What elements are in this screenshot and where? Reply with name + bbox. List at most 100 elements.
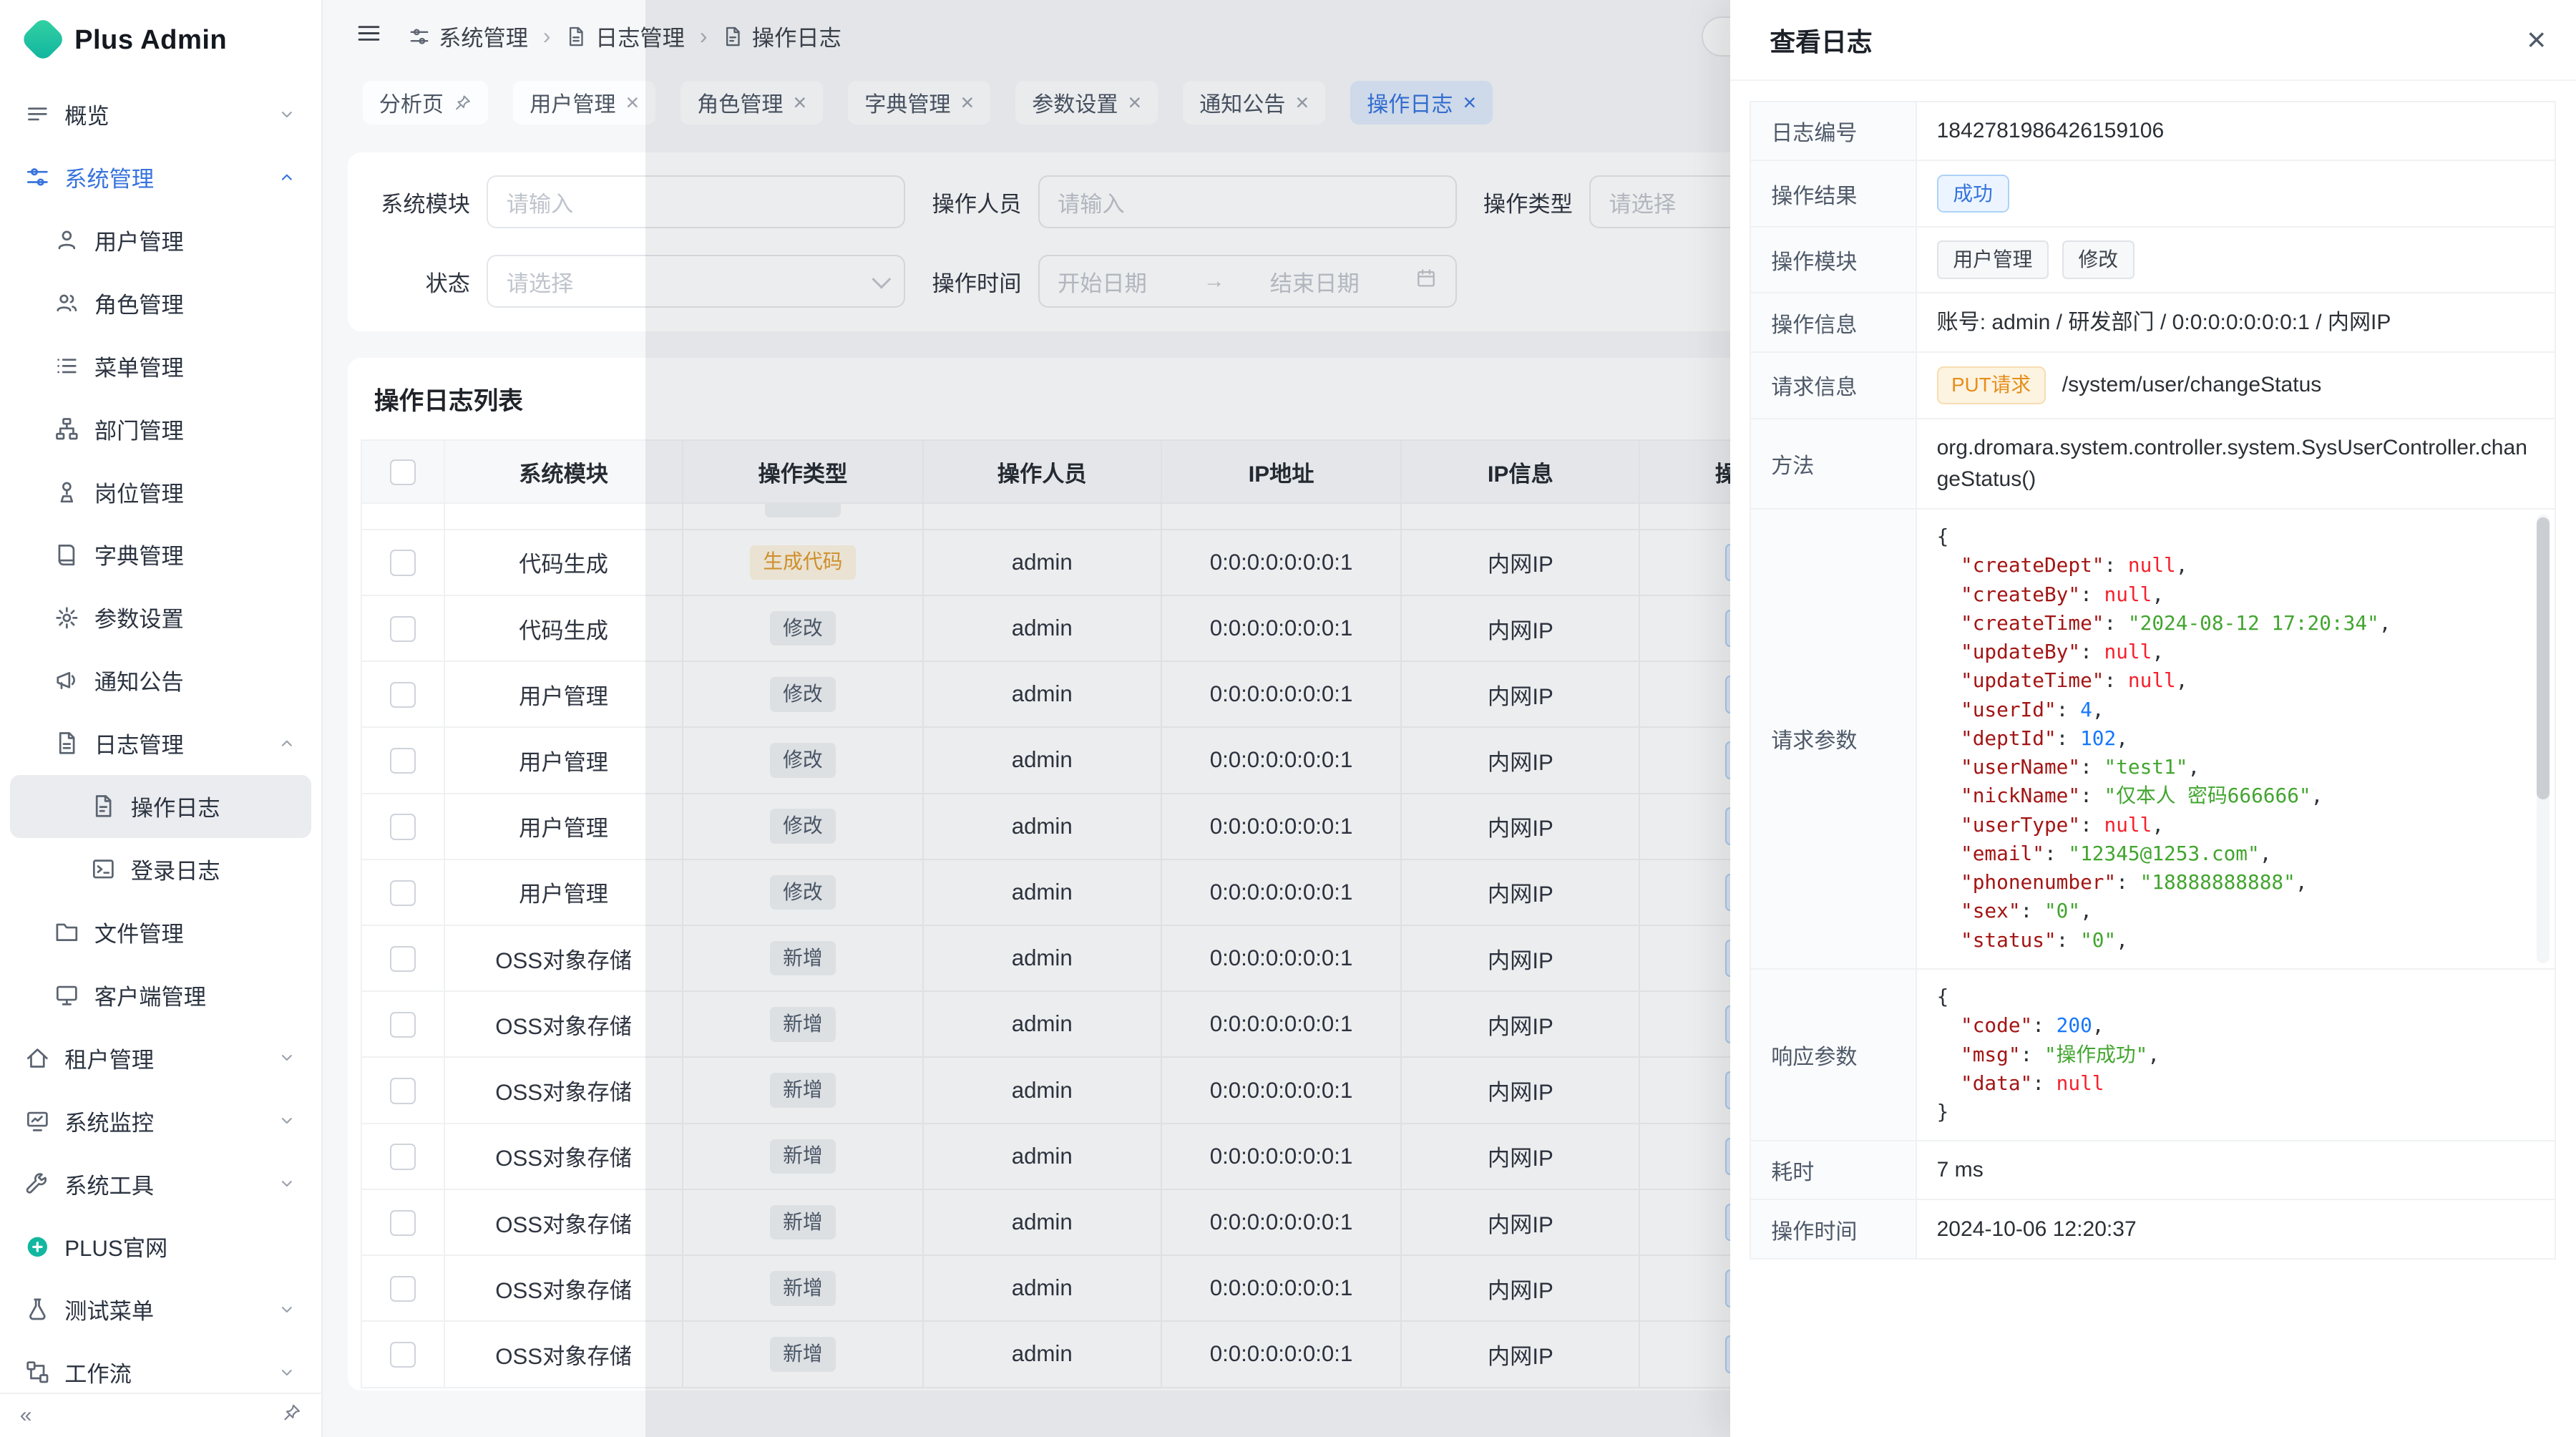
tab-label: 分析页 (379, 87, 444, 118)
sidebar-item-post-management[interactable]: 岗位管理 (10, 460, 311, 523)
field-response-params: 响应参数 { "code": 200, "msg": "操作成功", "data… (1750, 970, 2556, 1141)
sidebar-item-param-settings[interactable]: 参数设置 (10, 586, 311, 649)
sidebar-item-label: 通知公告 (94, 664, 184, 696)
field-label: 请求参数 (1751, 510, 1916, 968)
sidebar-item-menu-management[interactable]: 菜单管理 (10, 334, 311, 397)
field-log-id: 日志编号 1842781986426159106 (1750, 101, 2556, 162)
sidebar-item-test-menu[interactable]: 测试菜单 (10, 1278, 311, 1341)
sidebar-item-plus-website[interactable]: PLUS官网 (10, 1215, 311, 1278)
sidebar-item-workflow[interactable]: 工作流 (10, 1341, 311, 1394)
sidebar-item-user-management[interactable]: 用户管理 (10, 208, 311, 271)
sidebar-item-system-monitor[interactable]: 系统监控 (10, 1089, 311, 1152)
field-value: 账号: admin / 研发部门 / 0:0:0:0:0:0:0:1 / 内网I… (1917, 293, 2555, 351)
row-checkbox[interactable] (390, 946, 416, 972)
row-checkbox[interactable] (390, 550, 416, 575)
row-checkbox[interactable] (390, 814, 416, 839)
sidebar-item-login-log[interactable]: 登录日志 (10, 838, 311, 901)
field-value: org.dromara.system.controller.system.Sys… (1917, 419, 2555, 508)
row-checkbox[interactable] (390, 682, 416, 708)
sidebar-item-label: 菜单管理 (94, 350, 184, 382)
row-checkbox[interactable] (390, 1276, 416, 1302)
system-manage-icon (409, 26, 430, 47)
sidebar-item-system-tools[interactable]: 系统工具 (10, 1152, 311, 1215)
breadcrumb-label: 系统管理 (439, 20, 528, 52)
hamburger-menu-icon[interactable] (356, 20, 382, 53)
filter-label: 状态 (368, 266, 470, 298)
tab-label: 用户管理 (530, 87, 615, 118)
row-checkbox[interactable] (390, 1342, 416, 1368)
field-module: 操作模块 用户管理 修改 (1750, 228, 2556, 294)
sidebar-menu: 概览系统管理用户管理角色管理菜单管理部门管理岗位管理字典管理参数设置通知公告日志… (0, 79, 321, 1394)
module-action-badge: 修改 (2062, 240, 2135, 279)
sidebar-item-label: 角色管理 (94, 287, 184, 319)
field-value: 2024-10-06 12:20:37 (1917, 1200, 2555, 1258)
field-value: PUT请求 /system/user/changeStatus (1917, 353, 2555, 418)
chevron-down-icon (277, 1048, 297, 1068)
field-info: 操作信息 账号: admin / 研发部门 / 0:0:0:0:0:0:0:1 … (1750, 293, 2556, 353)
test-icon (25, 1297, 50, 1322)
sidebar-item-label: PLUS官网 (64, 1230, 167, 1262)
filter-label: 系统模块 (368, 186, 470, 218)
sidebar-item-label: 客户端管理 (94, 979, 206, 1011)
cell-select (361, 1057, 444, 1123)
row-checkbox[interactable] (390, 616, 416, 642)
user-icon (54, 228, 79, 253)
scrollbar-track[interactable] (2537, 515, 2550, 963)
sidebar-item-dept-management[interactable]: 部门管理 (10, 397, 311, 460)
select-all-checkbox[interactable] (390, 459, 416, 485)
tab-analysis[interactable]: 分析页 (363, 81, 489, 124)
sidebar-item-label: 字典管理 (94, 538, 184, 570)
sidebar-item-operation-log[interactable]: 操作日志 (10, 775, 311, 838)
sidebar-item-label: 工作流 (64, 1356, 132, 1388)
request-params-json: { "createDept": null, "createBy": null, … (1917, 510, 2555, 968)
sidebar-item-dict-management[interactable]: 字典管理 (10, 523, 311, 586)
close-tab-icon[interactable]: × (625, 91, 639, 114)
sidebar-item-log-management[interactable]: 日志管理 (10, 712, 311, 775)
row-checkbox[interactable] (390, 1144, 416, 1169)
cell-select (361, 859, 444, 925)
field-label: 方法 (1751, 419, 1916, 508)
row-checkbox[interactable] (390, 880, 416, 906)
sidebar-item-role-management[interactable]: 角色管理 (10, 271, 311, 334)
sidebar-item-file-management[interactable]: 文件管理 (10, 900, 311, 963)
cell-select (361, 530, 444, 595)
cell-select (361, 661, 444, 727)
notice-icon (54, 668, 79, 693)
sidebar-item-label: 部门管理 (94, 413, 184, 445)
sidebar-item-client-management[interactable]: 客户端管理 (10, 963, 311, 1026)
app-logo: Plus Admin (0, 0, 321, 79)
sidebar-item-tenant-management[interactable]: 租户管理 (10, 1026, 311, 1089)
log-icon (54, 731, 79, 756)
pin-sidebar-button[interactable] (282, 1403, 302, 1428)
tab-user-management[interactable]: 用户管理 × (513, 81, 655, 124)
sidebar-item-label: 租户管理 (64, 1042, 154, 1074)
sidebar-item-system-management[interactable]: 系统管理 (10, 146, 311, 209)
sidebar: Plus Admin 概览系统管理用户管理角色管理菜单管理部门管理岗位管理字典管… (0, 0, 323, 1437)
response-params-json: { "code": 200, "msg": "操作成功", "data": nu… (1917, 970, 2555, 1140)
row-checkbox[interactable] (390, 748, 416, 774)
collapse-sidebar-button[interactable]: « (20, 1403, 32, 1428)
dept-icon (54, 417, 79, 442)
field-request-params: 请求参数 { "createDept": null, "createBy": n… (1750, 510, 2556, 970)
close-icon[interactable]: × (2527, 23, 2546, 56)
field-method: 方法 org.dromara.system.controller.system.… (1750, 419, 2556, 510)
breadcrumb-item[interactable]: 系统管理 (409, 20, 528, 52)
role-icon (54, 291, 79, 316)
sidebar-item-overview[interactable]: 概览 (10, 83, 311, 146)
field-value: 成功 (1917, 161, 2555, 226)
field-label: 请求信息 (1751, 353, 1916, 418)
cell-select (361, 925, 444, 991)
sidebar-item-label: 系统管理 (64, 161, 154, 193)
sidebar-item-notice[interactable]: 通知公告 (10, 649, 311, 712)
sidebar-item-label: 登录日志 (131, 853, 220, 885)
pin-icon (454, 94, 472, 112)
row-checkbox[interactable] (390, 1078, 416, 1104)
chevron-up-icon (277, 734, 297, 754)
hamburger-icon (356, 20, 382, 47)
cell-select (361, 595, 444, 661)
row-checkbox[interactable] (390, 1210, 416, 1236)
scrollbar-thumb[interactable] (2537, 517, 2550, 799)
sidebar-item-label: 概览 (64, 98, 109, 130)
select-all-cell (361, 440, 444, 503)
row-checkbox[interactable] (390, 1012, 416, 1038)
